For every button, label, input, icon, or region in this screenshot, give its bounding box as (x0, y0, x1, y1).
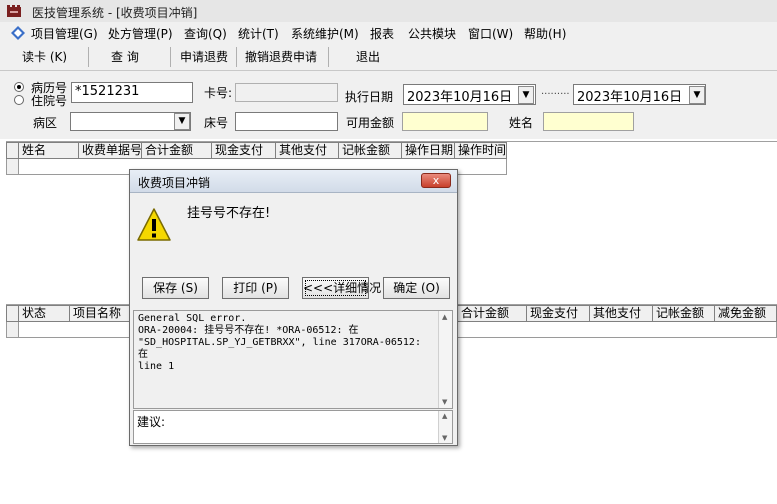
column-header[interactable]: 收费单据号 (79, 142, 142, 159)
available-amount-label: 可用金额 (346, 116, 395, 130)
dialog-message: 挂号号不存在! (187, 206, 271, 221)
column-header[interactable]: 合计金额 (142, 142, 212, 159)
row-indicator (6, 159, 19, 175)
ward-label: 病区 (33, 116, 58, 130)
toolbar-separator (88, 47, 89, 67)
column-header[interactable]: 记帐金额 (653, 305, 715, 322)
toolbar-separator (328, 47, 329, 67)
toolbar: 读卡 (K) 查 询 申请退费 撤销退费申请 退出 (0, 44, 777, 71)
date-to-value: 2023年10月16日 (577, 90, 683, 105)
scroll-up-icon[interactable]: ▲ (442, 412, 447, 420)
ward-dropdown-icon[interactable]: ▼ (174, 113, 190, 130)
window-title: 医技管理系统 - [收费项目冲销] (32, 6, 198, 20)
column-header[interactable]: 其他支付 (590, 305, 653, 322)
available-amount-field (402, 112, 488, 131)
column-header[interactable]: 状态 (19, 305, 70, 322)
menu-prescription[interactable]: 处方管理(P) (108, 25, 173, 42)
suggestion-scrollbar[interactable]: ▲ ▼ (438, 411, 452, 443)
menu-help[interactable]: 帮助(H) (524, 25, 566, 42)
menu-query[interactable]: 查询(Q) (184, 25, 227, 42)
column-header[interactable]: 减免金额 (715, 305, 777, 322)
date-from-value: 2023年10月16日 (407, 90, 513, 105)
diamond-icon (11, 26, 25, 40)
column-header[interactable]: 现金支付 (527, 305, 590, 322)
toolbar-separator (170, 47, 171, 67)
bed-input[interactable] (235, 112, 338, 131)
column-header[interactable]: 操作日期 (402, 142, 455, 159)
error-details-box[interactable]: General SQL error. ORA-20004: 挂号号不存在! *O… (133, 310, 453, 409)
menu-system[interactable]: 系统维护(M) (291, 25, 359, 42)
app-icon (7, 5, 21, 17)
date-from-dropdown-icon[interactable]: ▼ (518, 86, 534, 104)
apply-refund-button[interactable]: 申请退费 (180, 48, 228, 65)
date-from-input[interactable]: 2023年10月16日 (403, 84, 536, 105)
cancel-refund-button[interactable]: 撤销退费申请 (245, 48, 317, 65)
scroll-up-icon[interactable]: ▲ (442, 313, 447, 321)
card-no-input[interactable] (235, 83, 338, 102)
title-bar: 医技管理系统 - [收费项目冲销] (0, 0, 777, 22)
ok-button[interactable]: 确定 (O) (383, 277, 450, 299)
column-header[interactable]: 其他支付 (276, 142, 339, 159)
record-no-radio[interactable] (14, 82, 24, 92)
exit-button[interactable]: 退出 (356, 48, 380, 65)
column-header[interactable]: 现金支付 (212, 142, 276, 159)
query-button[interactable]: 查 询 (111, 48, 139, 65)
error-details-text: General SQL error. ORA-20004: 挂号号不存在! *O… (138, 313, 421, 372)
toolbar-separator (236, 47, 237, 67)
menu-bar: 项目管理(G) 处方管理(P) 查询(Q) 统计(T) 系统维护(M) 报表 公… (0, 22, 777, 44)
dialog-title-bar: 收费项目冲销 x (130, 170, 457, 193)
bed-label: 床号 (204, 116, 229, 130)
suggestion-label: 建议: (137, 415, 166, 429)
grid-corner (6, 142, 19, 159)
menu-public[interactable]: 公共模块 (408, 25, 456, 42)
close-button[interactable]: x (421, 173, 451, 188)
column-header[interactable]: 合计金额 (457, 305, 527, 322)
date-to-input[interactable]: 2023年10月16日 (573, 84, 706, 105)
menu-window[interactable]: 窗口(W) (468, 25, 513, 42)
scroll-down-icon[interactable]: ▼ (442, 434, 447, 442)
inpatient-no-label: 住院号 (31, 94, 68, 108)
row-indicator (6, 322, 19, 338)
save-button[interactable]: 保存 (S) (142, 277, 209, 299)
name-field (543, 112, 634, 131)
date-separator: ......... (541, 86, 570, 97)
grid-corner (6, 305, 19, 322)
column-header[interactable]: 操作时间 (455, 142, 507, 159)
read-card-button[interactable]: 读卡 (K) (22, 48, 67, 65)
date-to-dropdown-icon[interactable]: ▼ (689, 86, 705, 104)
ward-select[interactable] (70, 112, 191, 131)
inpatient-no-radio[interactable] (14, 95, 24, 105)
query-form: 病历号 住院号 *1521231 卡号: 执行日期 2023年10月16日 ▼ … (0, 71, 777, 139)
card-no-label: 卡号: (204, 86, 233, 100)
error-dialog: 收费项目冲销 x 挂号号不存在! 保存 (S) 打印 (P) <<<详细情况 确… (129, 169, 458, 446)
menu-report[interactable]: 报表 (370, 25, 394, 42)
suggestion-box[interactable]: 建议: ▲ ▼ (133, 410, 453, 444)
patient-no-input[interactable]: *1521231 (71, 82, 193, 103)
error-scrollbar[interactable]: ▲ ▼ (438, 311, 452, 408)
print-button[interactable]: 打印 (P) (222, 277, 289, 299)
dialog-title: 收费项目冲销 (138, 176, 211, 190)
column-header[interactable]: 记帐金额 (339, 142, 402, 159)
exec-date-label: 执行日期 (345, 90, 394, 104)
menu-statistics[interactable]: 统计(T) (238, 25, 279, 42)
warning-icon (137, 208, 171, 241)
scroll-down-icon[interactable]: ▼ (442, 398, 447, 406)
column-header[interactable]: 姓名 (19, 142, 79, 159)
details-button[interactable]: <<<详细情况 (302, 277, 381, 299)
name-label: 姓名 (509, 116, 534, 130)
menu-project[interactable]: 项目管理(G) (31, 25, 98, 42)
